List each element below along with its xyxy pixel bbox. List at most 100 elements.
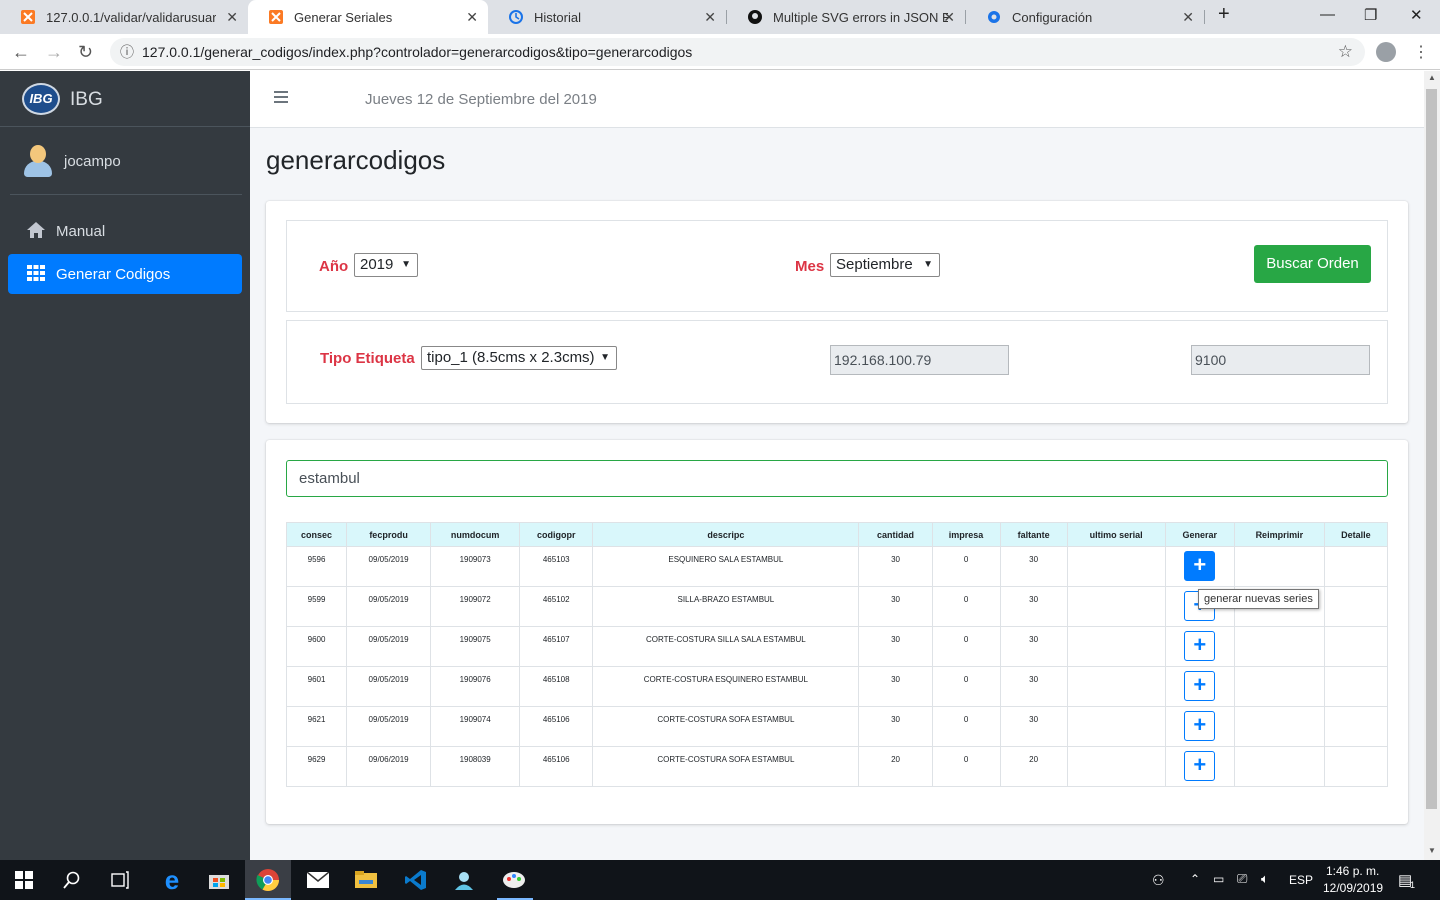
brand[interactable]: IBG IBG	[0, 71, 250, 127]
mail-icon[interactable]	[306, 868, 330, 892]
scroll-up-icon[interactable]: ▲	[1428, 73, 1436, 82]
table-header-row: consec fecprodu numdocum codigopr descri…	[285, 522, 1389, 547]
search-input[interactable]: estambul	[286, 460, 1388, 497]
windows-start-icon[interactable]	[12, 868, 36, 892]
app-avatar-icon[interactable]	[452, 868, 476, 892]
cell-descripc: CORTE-COSTURA ESQUINERO ESTAMBUL	[592, 666, 860, 707]
avatar	[22, 145, 52, 179]
store-icon[interactable]	[207, 868, 231, 892]
generate-series-button[interactable]: +	[1184, 751, 1216, 781]
printer-ip-field[interactable]: 192.168.100.79	[830, 345, 1009, 375]
people-icon[interactable]: ⚇	[1152, 872, 1165, 889]
column-header[interactable]: cantidad	[858, 522, 933, 547]
close-icon[interactable]: ✕	[466, 9, 478, 26]
month-select[interactable]: Septiembre ▼	[830, 253, 940, 277]
cell-numdocum: 1909073	[430, 546, 521, 587]
battery-icon[interactable]: ▭	[1213, 872, 1224, 886]
close-icon[interactable]: ✕	[943, 9, 955, 26]
cell-reimprimir	[1233, 706, 1325, 747]
bookmark-star-icon[interactable]: ☆	[1338, 38, 1353, 66]
edge-icon[interactable]: e	[160, 865, 184, 895]
scroll-thumb[interactable]	[1426, 89, 1437, 809]
browser-tab-validar[interactable]: 127.0.0.1/validar/validarusuariojh ✕	[0, 0, 248, 34]
generate-series-button[interactable]: +	[1184, 631, 1216, 661]
user-name[interactable]: jocampo	[64, 153, 121, 170]
chevron-up-icon[interactable]: ⌃	[1190, 872, 1200, 886]
cell-reimprimir	[1233, 546, 1325, 587]
search-icon[interactable]	[60, 868, 84, 892]
chrome-icon[interactable]	[256, 868, 280, 892]
browser-tab-configuracion[interactable]: Configuración ✕	[966, 0, 1204, 34]
tipo-etiqueta-select[interactable]: tipo_1 (8.5cms x 2.3cms) ▼	[421, 346, 617, 370]
cell-codigopr: 465102	[519, 586, 594, 627]
results-card: estambul consec fecprodu numdocum codigo…	[266, 440, 1408, 824]
profile-avatar-icon[interactable]	[1376, 42, 1396, 62]
close-icon[interactable]: ✕	[1182, 9, 1194, 26]
printer-port-field[interactable]: 9100	[1191, 345, 1370, 375]
app-paint-icon[interactable]	[502, 868, 526, 892]
column-header[interactable]: faltante	[999, 522, 1068, 547]
new-tab-icon[interactable]: +	[1218, 3, 1230, 26]
column-header[interactable]: impresa	[931, 522, 1001, 547]
cell-numdocum: 1908039	[430, 746, 521, 787]
reload-icon[interactable]: ↻	[78, 42, 93, 63]
file-explorer-icon[interactable]	[354, 868, 378, 892]
sidebar-item-generar-codigos[interactable]: Generar Codigos	[8, 254, 242, 294]
column-header[interactable]: consec	[285, 522, 348, 547]
browser-tab-generar-seriales[interactable]: Generar Seriales ✕	[248, 0, 488, 34]
cell-ultimo-serial	[1066, 546, 1166, 587]
column-header[interactable]: ultimo serial	[1066, 522, 1166, 547]
vscode-icon[interactable]	[404, 868, 428, 892]
cell-detalle	[1323, 626, 1389, 667]
taskbar-time[interactable]: 1:46 p. m.	[1326, 864, 1379, 878]
back-icon[interactable]: ←	[12, 42, 30, 63]
generate-series-button[interactable]: +	[1184, 551, 1216, 581]
history-icon	[508, 9, 524, 25]
task-view-icon[interactable]	[108, 868, 132, 892]
network-icon[interactable]: ⎚	[1237, 871, 1247, 887]
browser-tab-title: Multiple SVG errors in JSON Erro	[773, 9, 948, 25]
cell-reimprimir	[1233, 666, 1325, 707]
browser-tab-github[interactable]: Multiple SVG errors in JSON Erro ✕	[727, 0, 965, 34]
sidebar-item-manual[interactable]: Manual	[8, 211, 242, 251]
cell-generar: +	[1164, 706, 1235, 747]
close-icon[interactable]: ✕	[704, 9, 716, 26]
minimize-icon[interactable]: —	[1320, 6, 1335, 23]
generate-series-button[interactable]: +	[1184, 711, 1216, 741]
restore-icon[interactable]: ❐	[1364, 6, 1377, 24]
sidebar: IBG IBG jocampo Manual Generar Codigos	[0, 71, 250, 860]
info-icon[interactable]: ⓘ	[120, 38, 134, 66]
browser-tab-historial[interactable]: Historial ✕	[488, 0, 726, 34]
cell-descripc: ESQUINERO SALA ESTAMBUL	[592, 546, 860, 587]
scroll-down-icon[interactable]: ▼	[1428, 846, 1436, 855]
buscar-orden-button[interactable]: Buscar Orden	[1254, 245, 1371, 283]
cell-consec: 9601	[285, 666, 348, 707]
cell-ultimo-serial	[1066, 746, 1166, 787]
generate-series-button[interactable]: +	[1184, 671, 1216, 701]
cell-faltante: 30	[999, 546, 1068, 587]
language-indicator[interactable]: ESP	[1289, 873, 1313, 887]
year-select[interactable]: 2019 ▼	[354, 253, 418, 277]
column-header[interactable]: Generar	[1164, 522, 1235, 547]
column-header[interactable]: Reimprimir	[1233, 522, 1325, 547]
column-header[interactable]: numdocum	[430, 522, 521, 547]
column-header[interactable]: codigopr	[519, 522, 594, 547]
url-input[interactable]: ⓘ 127.0.0.1/generar_codigos/index.php?co…	[110, 38, 1365, 66]
column-header[interactable]: Detalle	[1323, 522, 1389, 547]
cell-fecprodu: 09/06/2019	[346, 746, 432, 787]
volume-icon[interactable]: 🔈︎	[1261, 871, 1269, 887]
column-header[interactable]: fecprodu	[346, 522, 432, 547]
taskbar: e ⚇ ⌃ ▭ ⎚ 🔈︎ ESP 1:46 p. m. 12/09/2019 ▤…	[0, 860, 1440, 900]
menu-dots-icon[interactable]: ⋮	[1413, 42, 1429, 62]
column-header[interactable]: descripc	[592, 522, 860, 547]
scrollbar[interactable]: ▲ ▼	[1424, 71, 1440, 860]
tipo-etiqueta-value: tipo_1 (8.5cms x 2.3cms)	[427, 349, 595, 366]
close-icon[interactable]: ✕	[226, 9, 238, 26]
forward-icon[interactable]: →	[45, 42, 63, 63]
cell-codigopr: 465108	[519, 666, 594, 707]
label-config-box: Tipo Etiqueta tipo_1 (8.5cms x 2.3cms) ▼…	[286, 320, 1388, 404]
window-close-icon[interactable]: ✕	[1410, 6, 1423, 24]
taskbar-date[interactable]: 12/09/2019	[1323, 881, 1383, 895]
hamburger-menu-icon[interactable]	[274, 91, 288, 103]
tooltip: generar nuevas series	[1198, 589, 1319, 609]
